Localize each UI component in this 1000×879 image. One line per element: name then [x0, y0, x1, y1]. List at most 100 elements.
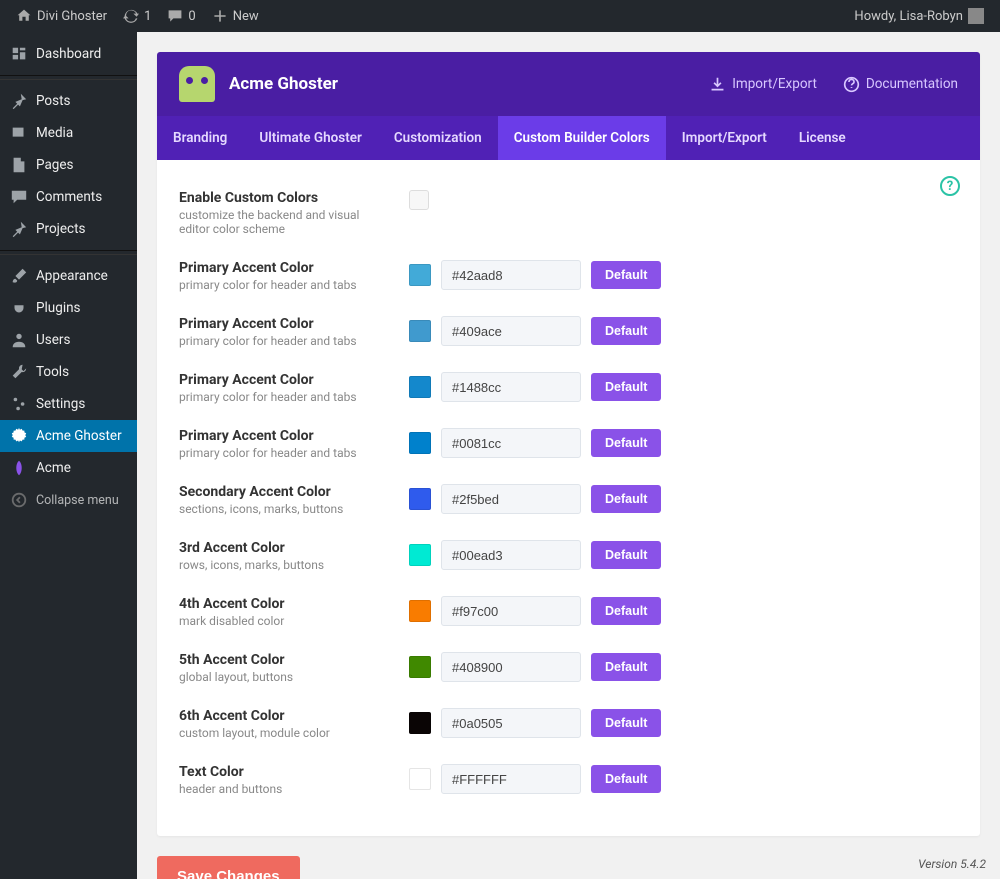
color-hex-input[interactable]: [441, 708, 581, 738]
color-desc: custom layout, module color: [179, 726, 393, 740]
brush-icon: [10, 267, 28, 285]
sidebar-item-settings[interactable]: Settings: [0, 388, 137, 420]
default-button[interactable]: Default: [591, 541, 661, 569]
color-row: Primary Accent Color primary color for he…: [179, 416, 958, 472]
default-button[interactable]: Default: [591, 261, 661, 289]
sidebar-item-users[interactable]: Users: [0, 324, 137, 356]
user-icon: [10, 331, 28, 349]
color-swatch[interactable]: [409, 432, 431, 454]
collapse-menu[interactable]: Collapse menu: [0, 484, 137, 516]
sidebar-item-comments[interactable]: Comments: [0, 181, 137, 213]
color-swatch[interactable]: [409, 376, 431, 398]
color-hex-input[interactable]: [441, 428, 581, 458]
color-hex-input[interactable]: [441, 484, 581, 514]
sidebar-item-label: Projects: [36, 221, 86, 237]
help-icon[interactable]: ?: [940, 176, 960, 196]
color-title: Primary Accent Color: [179, 260, 393, 276]
adminbar-account[interactable]: Howdy, Lisa-Robyn: [846, 0, 992, 32]
tab-customization[interactable]: Customization: [378, 116, 498, 160]
enable-desc: customize the backend and visual editor …: [179, 208, 393, 236]
enable-title: Enable Custom Colors: [179, 190, 393, 206]
sidebar-item-dashboard[interactable]: Dashboard: [0, 38, 137, 70]
color-swatch[interactable]: [409, 768, 431, 790]
default-button[interactable]: Default: [591, 597, 661, 625]
default-button[interactable]: Default: [591, 709, 661, 737]
comment-icon: [167, 8, 183, 24]
color-hex-input[interactable]: [441, 764, 581, 794]
color-desc: primary color for header and tabs: [179, 390, 393, 404]
panel-title: Acme Ghoster: [229, 74, 338, 94]
save-button[interactable]: Save Changes: [157, 856, 300, 879]
sidebar-item-media[interactable]: Media: [0, 117, 137, 149]
adminbar-new[interactable]: New: [204, 0, 267, 32]
default-button[interactable]: Default: [591, 485, 661, 513]
sidebar-item-acme-ghoster[interactable]: Acme Ghoster: [0, 420, 137, 452]
sidebar-item-label: Comments: [36, 189, 102, 205]
adminbar-updates[interactable]: 1: [115, 0, 159, 32]
sidebar-item-plugins[interactable]: Plugins: [0, 292, 137, 324]
tab-ultimate-ghoster[interactable]: Ultimate Ghoster: [243, 116, 378, 160]
tab-custom-builder-colors[interactable]: Custom Builder Colors: [498, 116, 666, 160]
color-swatch[interactable]: [409, 656, 431, 678]
color-swatch[interactable]: [409, 488, 431, 510]
version-label: Version 5.4.2: [918, 857, 986, 871]
sidebar-item-tools[interactable]: Tools: [0, 356, 137, 388]
collapse-label: Collapse menu: [36, 493, 119, 508]
color-swatch[interactable]: [409, 712, 431, 734]
color-hex-input[interactable]: [441, 316, 581, 346]
sidebar-item-label: Plugins: [36, 300, 81, 316]
default-button[interactable]: Default: [591, 653, 661, 681]
header-link-label: Documentation: [866, 76, 958, 92]
color-hex-input[interactable]: [441, 372, 581, 402]
sidebar-item-posts[interactable]: Posts: [0, 85, 137, 117]
default-button[interactable]: Default: [591, 765, 661, 793]
enable-row: Enable Custom Colors customize the backe…: [179, 178, 958, 248]
color-swatch[interactable]: [409, 320, 431, 342]
plug-icon: [10, 299, 28, 317]
doc-icon: [843, 76, 860, 93]
color-swatch[interactable]: [409, 600, 431, 622]
tab-import-export[interactable]: Import/Export: [666, 116, 783, 160]
color-desc: primary color for header and tabs: [179, 446, 393, 460]
admin-sidebar: Dashboard PostsMediaPages Comments Projects…: [0, 32, 137, 879]
sidebar-item-label: Tools: [36, 364, 69, 380]
color-title: 6th Accent Color: [179, 708, 393, 724]
sidebar-item-appearance[interactable]: Appearance: [0, 260, 137, 292]
adminbar-comments[interactable]: 0: [159, 0, 203, 32]
color-title: Primary Accent Color: [179, 428, 393, 444]
settings-body: ? Enable Custom Colors customize the bac…: [157, 160, 980, 836]
tab-license[interactable]: License: [783, 116, 862, 160]
header-link-import-export[interactable]: Import/Export: [709, 76, 817, 93]
color-hex-input[interactable]: [441, 596, 581, 626]
color-row: Primary Accent Color primary color for he…: [179, 360, 958, 416]
enable-toggle[interactable]: [409, 190, 429, 210]
tab-branding[interactable]: Branding: [157, 116, 243, 160]
header-link-label: Import/Export: [732, 76, 817, 92]
color-hex-input[interactable]: [441, 260, 581, 290]
color-desc: header and buttons: [179, 782, 393, 796]
header-link-documentation[interactable]: Documentation: [843, 76, 958, 93]
color-title: Primary Accent Color: [179, 372, 393, 388]
color-swatch[interactable]: [409, 264, 431, 286]
sidebar-item-acme[interactable]: Acme: [0, 452, 137, 484]
collapse-icon: [10, 491, 28, 509]
comment-icon: [10, 188, 28, 206]
color-title: 3rd Accent Color: [179, 540, 393, 556]
default-button[interactable]: Default: [591, 373, 661, 401]
default-button[interactable]: Default: [591, 317, 661, 345]
adminbar-site-link[interactable]: Divi Ghoster: [8, 0, 115, 32]
sidebar-item-pages[interactable]: Pages: [0, 149, 137, 181]
sidebar-item-label: Dashboard: [36, 46, 101, 62]
sidebar-item-label: Acme Ghoster: [36, 428, 122, 444]
plus-icon: [212, 8, 228, 24]
color-desc: primary color for header and tabs: [179, 334, 393, 348]
color-desc: global layout, buttons: [179, 670, 393, 684]
default-button[interactable]: Default: [591, 429, 661, 457]
color-swatch[interactable]: [409, 544, 431, 566]
adminbar-updates-count: 1: [144, 9, 151, 24]
download-icon: [709, 76, 726, 93]
color-title: 5th Accent Color: [179, 652, 393, 668]
color-hex-input[interactable]: [441, 540, 581, 570]
color-hex-input[interactable]: [441, 652, 581, 682]
sidebar-item-projects[interactable]: Projects: [0, 213, 137, 245]
